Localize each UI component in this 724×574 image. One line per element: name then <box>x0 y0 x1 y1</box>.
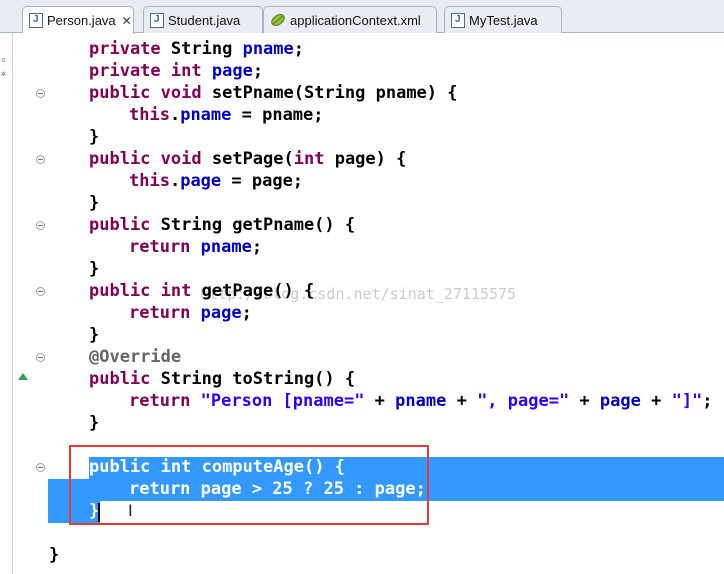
code-line[interactable]: return page; <box>129 302 252 324</box>
code-line[interactable]: public String toString() { <box>89 368 355 390</box>
code-line[interactable]: private int page; <box>89 60 263 82</box>
tab-mytest-java[interactable]: MyTest.java <box>444 6 562 33</box>
fold-toggle-icon[interactable] <box>36 353 45 362</box>
code-line[interactable]: public void setPage(int page) { <box>89 148 406 170</box>
field-name: pname <box>242 39 294 59</box>
fold-toggle-icon[interactable] <box>36 89 45 98</box>
code-line[interactable]: } <box>89 126 99 148</box>
tab-label: Student.java <box>168 12 241 28</box>
editor-tab-bar: Person.java ✕ Student.java applicationCo… <box>0 0 724 34</box>
fold-toggle-icon[interactable] <box>36 287 45 296</box>
code-line[interactable]: private String pname; <box>89 38 304 60</box>
java-file-icon <box>451 12 465 28</box>
annotation-highlight-box <box>69 445 429 525</box>
tab-student-java[interactable]: Student.java <box>143 6 263 33</box>
java-file-icon <box>150 12 164 28</box>
code-line[interactable]: } <box>89 192 99 214</box>
code-line[interactable]: } <box>89 324 99 346</box>
fold-toggle-icon[interactable] <box>36 221 45 230</box>
code-line[interactable]: return pname; <box>129 236 262 258</box>
keyword: private <box>89 39 161 59</box>
annotation[interactable]: @Override <box>89 346 181 368</box>
java-file-icon <box>29 13 43 28</box>
close-icon[interactable]: ✕ <box>122 14 132 28</box>
outline-gutter: ▫ ✲ <box>0 33 13 574</box>
code-line[interactable]: return "Person [pname=" + pname + ", pag… <box>129 390 713 412</box>
tab-label: MyTest.java <box>469 12 538 28</box>
marker-icon: ▫ <box>1 55 6 64</box>
tab-label: applicationContext.xml <box>290 12 421 28</box>
code-line[interactable]: public int getPage() { <box>89 280 314 302</box>
code-line[interactable]: this.page = page; <box>129 170 303 192</box>
code-line[interactable]: } <box>89 412 99 434</box>
code-line[interactable]: } <box>89 258 99 280</box>
code-line[interactable]: public String getPname() { <box>89 214 355 236</box>
vertical-ruler <box>13 33 28 574</box>
tab-label: Person.java <box>47 13 116 28</box>
override-indicator-icon <box>18 373 28 380</box>
fold-toggle-icon[interactable] <box>36 155 45 164</box>
code-line[interactable]: this.pname = pname; <box>129 104 324 126</box>
warning-marker-icon: ✲ <box>1 69 6 78</box>
fold-toggle-icon[interactable] <box>36 463 45 472</box>
code-line[interactable]: } <box>49 544 59 566</box>
tab-applicationcontext-xml[interactable]: applicationContext.xml <box>263 6 437 33</box>
spring-leaf-icon <box>271 14 285 26</box>
tab-person-java[interactable]: Person.java ✕ <box>22 6 134 34</box>
code-line[interactable]: public void setPname(String pname) { <box>89 82 458 104</box>
